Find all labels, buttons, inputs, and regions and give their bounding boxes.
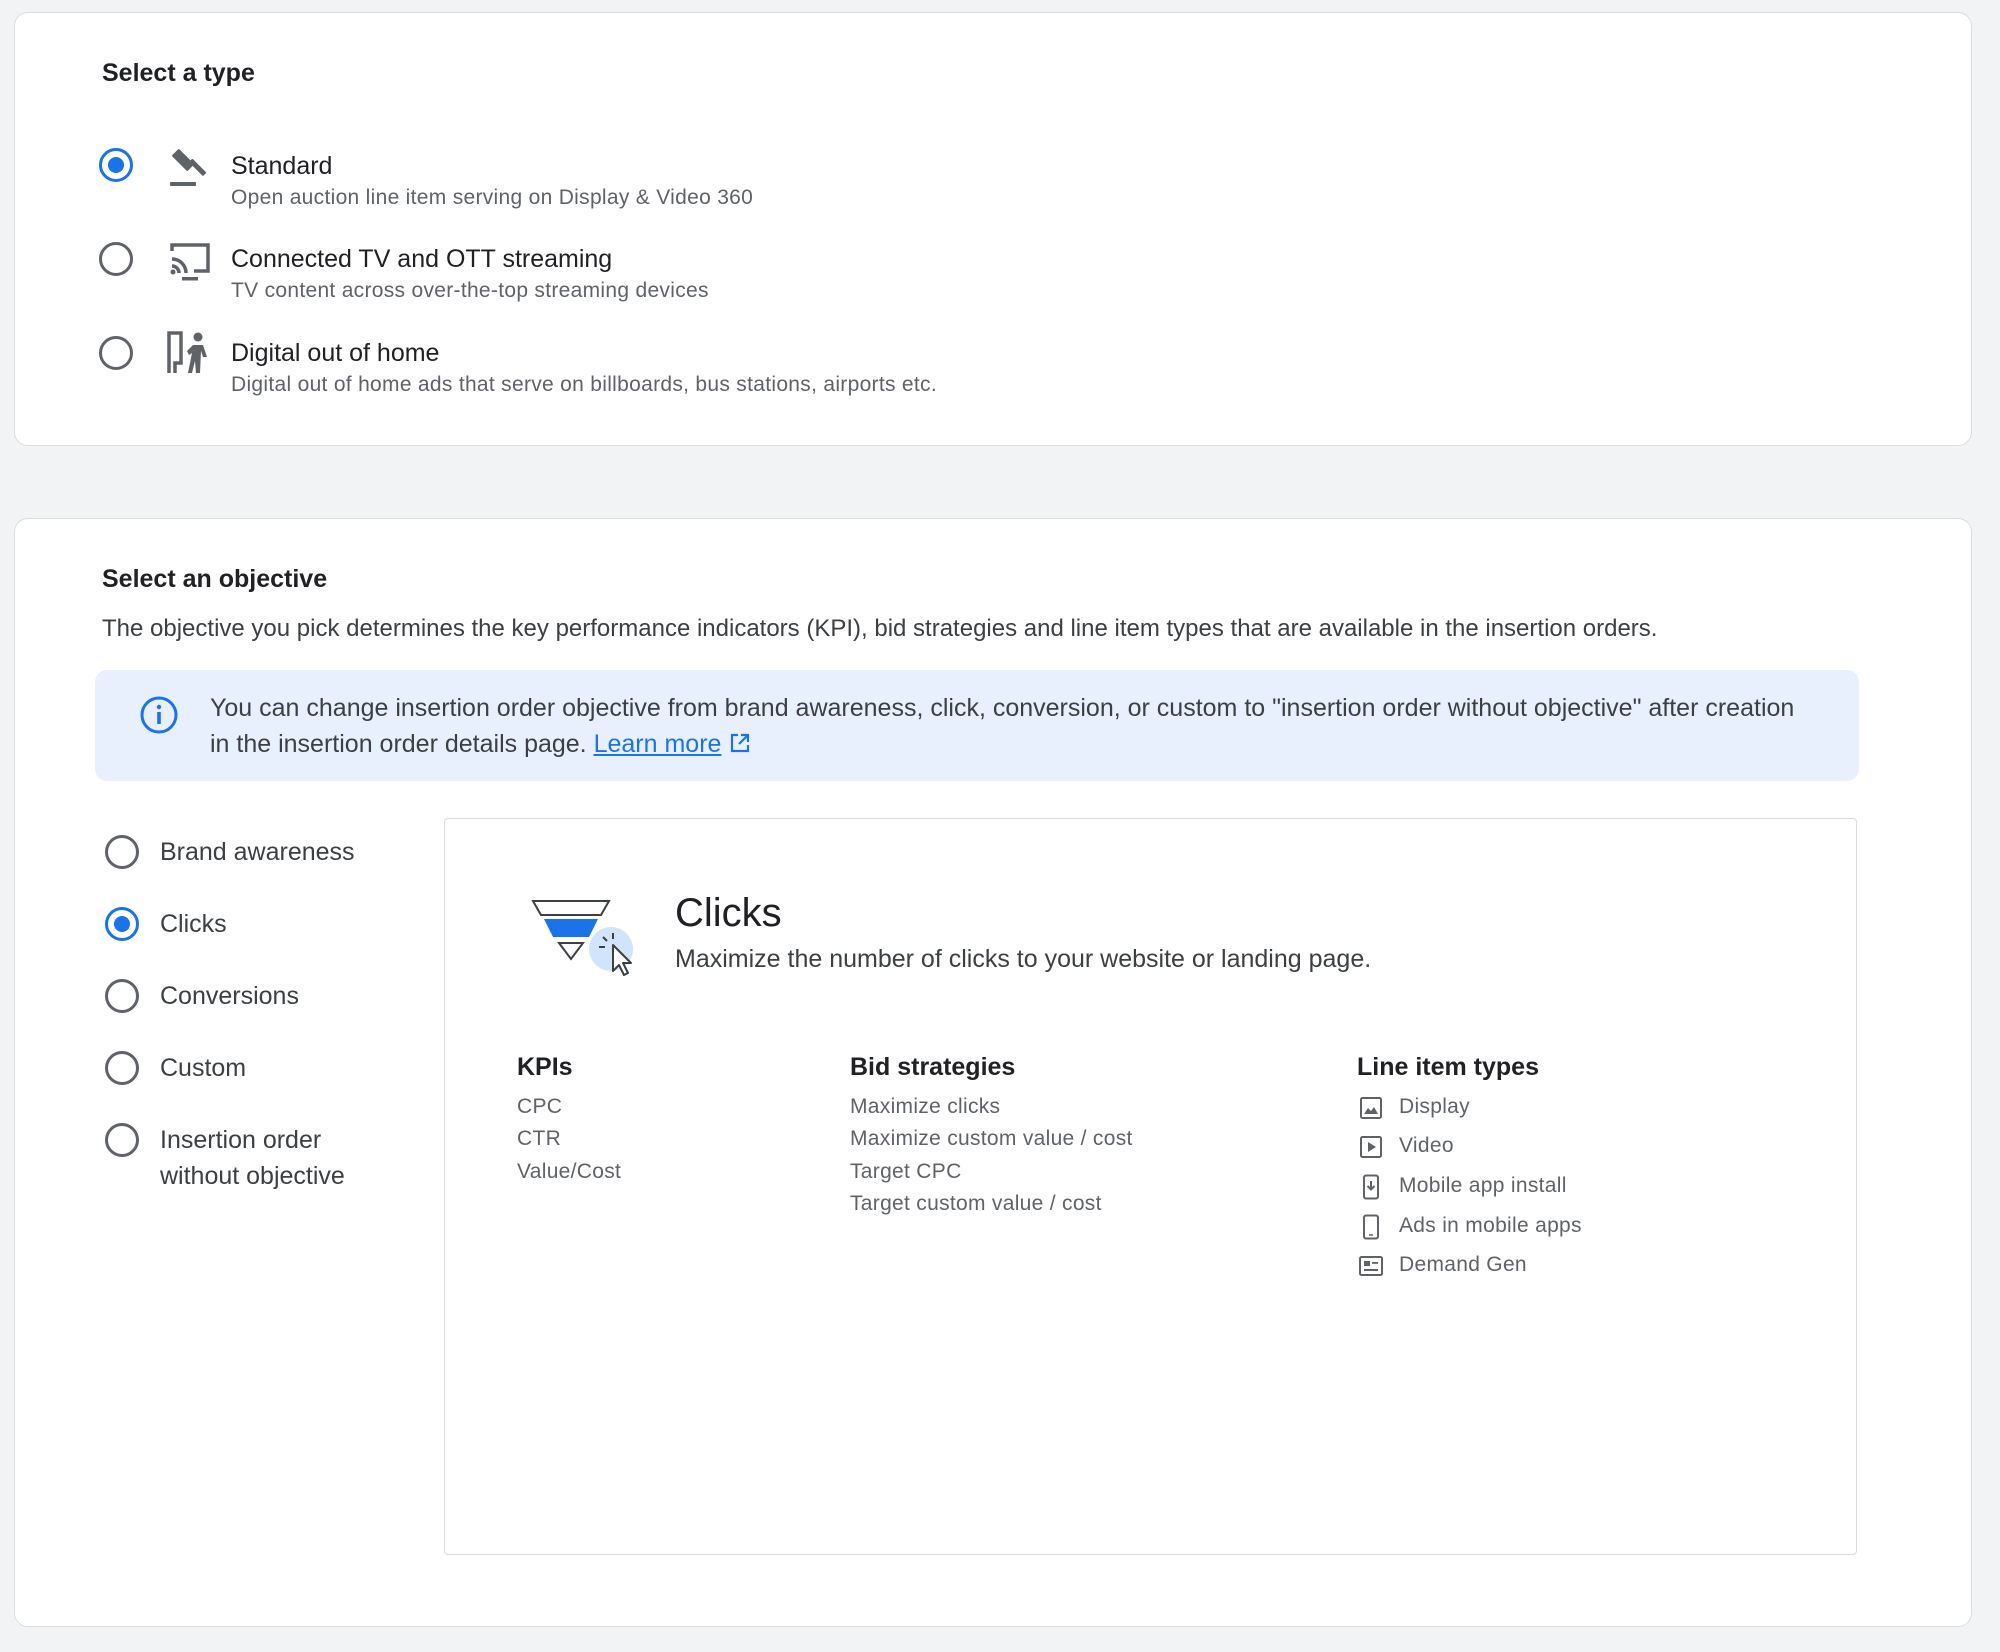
mobile-icon <box>1363 1214 1379 1240</box>
type-option-description: Open auction line item serving on Displa… <box>231 186 754 209</box>
image-icon <box>1360 1097 1382 1119</box>
play-icon <box>1360 1136 1382 1158</box>
demand-gen-icon <box>1359 1256 1383 1276</box>
info-text: You can change insertion order objective… <box>210 694 1795 758</box>
line-item-type: Display <box>1399 1095 1470 1118</box>
kpis-heading: KPIs <box>517 1053 573 1081</box>
bid-strategy-item: Maximize custom value / cost <box>850 1127 1133 1150</box>
bid-strategy-item: Target CPC <box>850 1160 962 1183</box>
info-banner: You can change insertion order objective… <box>95 670 1859 781</box>
objective-label[interactable]: Custom <box>160 1050 246 1086</box>
type-card: Select a type Standard Open auction line… <box>14 12 1972 446</box>
objective-radio-brand-awareness[interactable] <box>105 835 139 869</box>
objective-radio-clicks[interactable] <box>105 907 139 941</box>
objective-section-title: Select an objective <box>102 565 328 593</box>
mobile-download-icon <box>1363 1174 1379 1200</box>
type-option-title: Connected TV and OTT streaming <box>231 245 613 273</box>
learn-more-link[interactable]: Learn more <box>594 730 722 758</box>
line-item-type: Video <box>1399 1134 1454 1157</box>
line-item-type: Ads in mobile apps <box>1399 1214 1582 1237</box>
objective-description: The objective you pick determines the ke… <box>102 615 1658 642</box>
funnel-click-icon <box>531 900 633 976</box>
type-section-title: Select a type <box>102 59 255 87</box>
kpi-item: CPC <box>517 1095 563 1118</box>
objective-label-line1[interactable]: Insertion order <box>160 1122 321 1158</box>
bid-strategy-item: Target custom value / cost <box>850 1192 1102 1215</box>
bid-strategies-heading: Bid strategies <box>850 1053 1016 1081</box>
info-text-block: You can change insertion order objective… <box>210 690 1810 762</box>
info-icon <box>140 696 178 734</box>
objective-label-line2[interactable]: without objective <box>160 1158 345 1194</box>
cast-tv-icon <box>170 243 210 281</box>
type-option-title: Digital out of home <box>231 339 440 367</box>
type-option-title: Standard <box>231 152 333 180</box>
type-radio-ctv[interactable] <box>99 242 133 276</box>
type-radio-dooh[interactable] <box>99 336 133 370</box>
objective-label[interactable]: Conversions <box>160 978 299 1014</box>
line-item-types-heading: Line item types <box>1357 1053 1539 1081</box>
external-link-icon[interactable] <box>729 732 751 754</box>
detail-subtitle: Maximize the number of clicks to your we… <box>675 945 1372 973</box>
gavel-icon <box>170 149 207 186</box>
pedestrian-billboard-icon <box>167 331 207 373</box>
detail-title: Clicks <box>675 891 782 935</box>
kpi-item: CTR <box>517 1127 562 1150</box>
type-option-description: TV content across over-the-top streaming… <box>231 279 709 302</box>
type-radio-standard[interactable] <box>99 148 133 182</box>
objective-detail-panel: Clicks Maximize the number of clicks to … <box>444 818 1857 1555</box>
objective-label[interactable]: Brand awareness <box>160 834 355 870</box>
objective-radio-no-objective[interactable] <box>105 1123 139 1157</box>
line-item-type: Mobile app install <box>1399 1174 1567 1197</box>
type-option-description: Digital out of home ads that serve on bi… <box>231 373 937 396</box>
kpi-item: Value/Cost <box>517 1160 622 1183</box>
objective-radio-conversions[interactable] <box>105 979 139 1013</box>
objective-card: Select an objective The objective you pi… <box>14 518 1972 1627</box>
objective-radio-custom[interactable] <box>105 1051 139 1085</box>
objective-label[interactable]: Clicks <box>160 906 227 942</box>
line-item-type: Demand Gen <box>1399 1253 1527 1276</box>
bid-strategy-item: Maximize clicks <box>850 1095 1001 1118</box>
